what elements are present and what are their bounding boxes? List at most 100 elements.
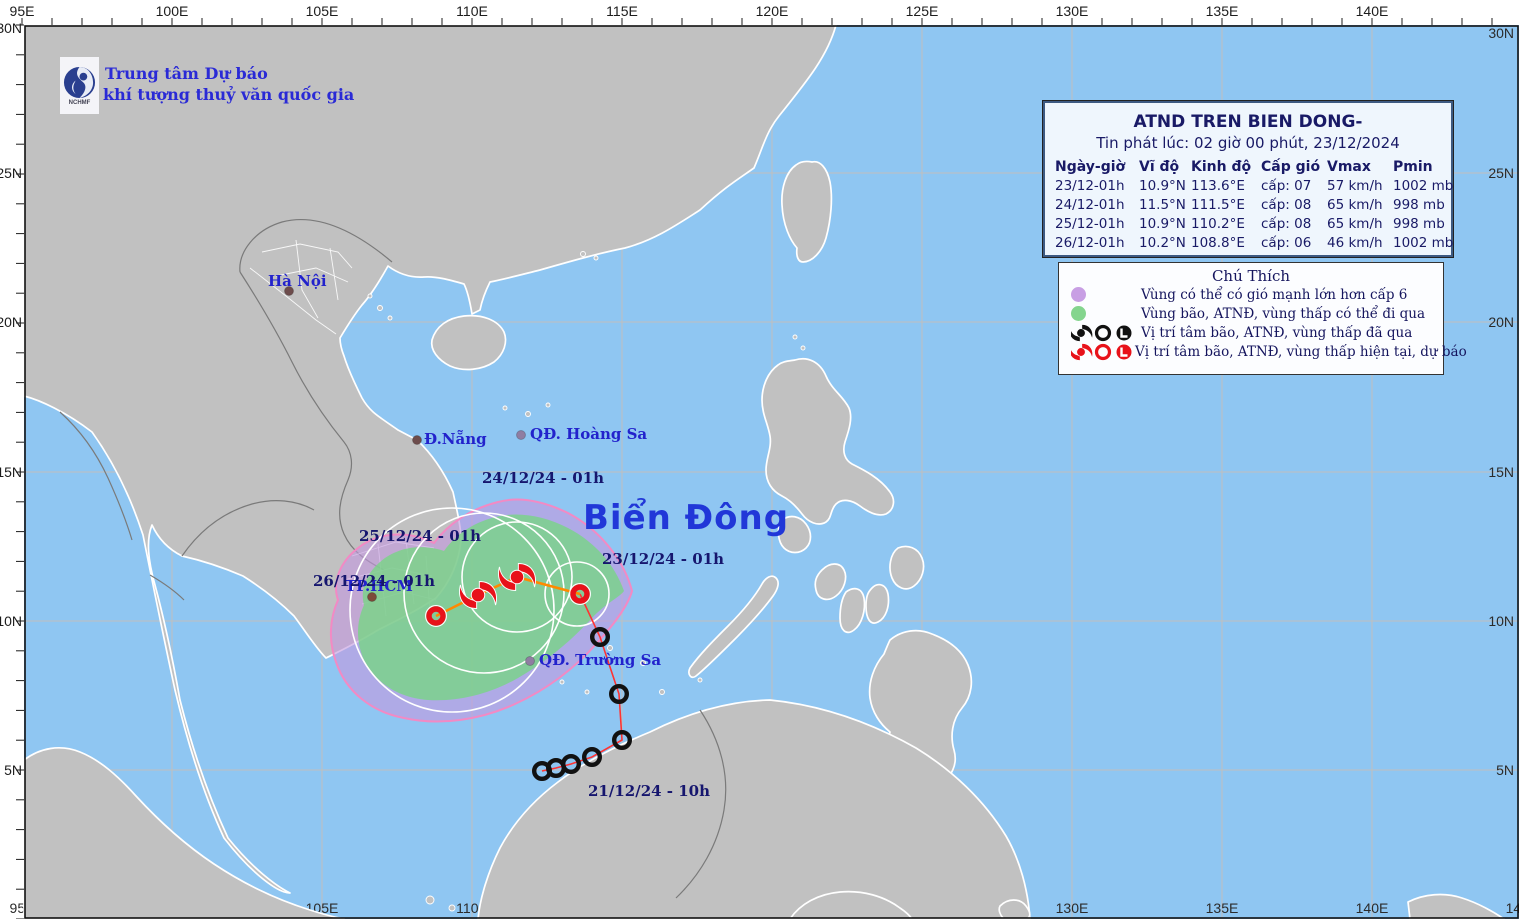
axis-label-top: 105E	[305, 3, 339, 19]
legend-item-label: Vị trí tâm bão, ATNĐ, vùng thấp hiện tại…	[1135, 343, 1467, 360]
area-purple-icon	[1059, 287, 1141, 302]
legend-item-label: Vùng bão, ATNĐ, vùng thấp có thể đi qua	[1141, 305, 1426, 322]
axis-label-top: 110E	[456, 3, 488, 19]
axis-label-bottom: 140E	[1356, 900, 1389, 916]
table-cell: 1002 mb	[1393, 235, 1454, 251]
table-cell: 57 km/h	[1327, 178, 1383, 194]
table-cell: 23/12-01h	[1055, 178, 1125, 194]
nchmf-emblem-icon	[63, 66, 96, 98]
axis-label-left: 30N	[0, 20, 22, 36]
green-area-icon	[1071, 306, 1086, 321]
table-cell: 10.9°N	[1139, 216, 1186, 232]
axis-label-top: 120E	[755, 3, 789, 19]
track-date-label: 25/12/24 - 01h	[359, 527, 482, 545]
table-cell: 110.2°E	[1191, 216, 1245, 232]
symbols-past-icon	[1059, 323, 1141, 343]
table-cell: 1002 mb	[1393, 178, 1454, 194]
forecast-table-row: 23/12-01h 10.9°N 113.6°E cấp: 07 57 km/h 1002…	[1055, 177, 1453, 196]
purple-area-icon	[1071, 287, 1086, 302]
info-issued-time: Tin phát lúc: 02 giờ 00 phút, 23/12/2024	[1096, 134, 1400, 152]
table-cell: 998 mb	[1393, 197, 1445, 213]
column-header: Pmin	[1393, 159, 1433, 175]
column-header: Vĩ độ	[1139, 159, 1180, 175]
info-title: ATND TREN BIEN DONG-	[1133, 112, 1363, 132]
city-label-q-tr-ng-sa: QĐ. Trường Sa	[539, 651, 662, 669]
forecast-table-row: 24/12-01h 11.5°N 111.5°E cấp: 08 65 km/h 998 …	[1055, 196, 1445, 215]
axis-label-right: 25N	[1488, 165, 1514, 181]
org-name-line2: khí tượng thuỷ văn quốc gia	[103, 85, 355, 104]
axis-label-bottom: 145E	[1506, 900, 1519, 916]
column-header: Cấp gió	[1261, 159, 1321, 175]
legend-title: Chú Thích	[1211, 267, 1291, 285]
table-cell: cấp: 07	[1261, 178, 1312, 194]
axis-label-top: 115E	[606, 3, 638, 19]
track-date-label: 21/12/24 - 10h	[588, 782, 711, 800]
weather-map-screenshot: 95E 100E 105E 110E 115E 120E 125E 130E 135E 140E 1…	[0, 0, 1519, 919]
table-cell: cấp: 06	[1261, 235, 1312, 251]
axis-label-top: 100E	[155, 3, 189, 19]
table-cell: 24/12-01h	[1055, 197, 1125, 213]
symbols-forecast-icon	[1071, 342, 1133, 361]
table-cell: 10.9°N	[1139, 178, 1186, 194]
forecast-table-header: Ngày-giờ Vĩ độ Kinh độ Cấp gió Vmax Pmin	[1055, 158, 1443, 177]
axis-label-left: 15N	[0, 464, 22, 480]
legend-item-label: Vị trí tâm bão, ATNĐ, vùng thấp đã qua	[1141, 324, 1413, 341]
city-label--n-ng: Đ.Nẵng	[424, 430, 487, 448]
legend-item-label: Vùng có thể có gió mạnh lớn hơn cấp 6	[1141, 286, 1408, 303]
logo-caption: NCHMF	[68, 99, 91, 106]
symbols-past-icon	[1071, 323, 1133, 342]
axis-label-right: 15N	[1488, 464, 1514, 480]
table-cell: 998 mb	[1393, 216, 1445, 232]
table-cell: 65 km/h	[1327, 197, 1383, 213]
axis-label-bottom: 130E	[1056, 900, 1089, 916]
table-cell: 25/12-01h	[1055, 216, 1125, 232]
legend-box: Chú Thích Vùng có thể có gió mạnh lớn hơ…	[1058, 262, 1467, 375]
area-green-icon	[1059, 306, 1141, 321]
axis-label-left: 25N	[0, 165, 22, 181]
axis-label-top: 95E	[9, 3, 35, 19]
table-cell: 46 km/h	[1327, 235, 1383, 251]
legend-item: Vị trí tâm bão, ATNĐ, vùng thấp đã qua	[1059, 323, 1443, 342]
city-label-q-ho-ng-sa: QĐ. Hoàng Sa	[530, 425, 648, 443]
forecast-table: Ngày-giờ Vĩ độ Kinh độ Cấp gió Vmax Pmin 23/12…	[1055, 158, 1453, 253]
axis-label-top: 130E	[1055, 3, 1089, 19]
axis-label-left: 5N	[4, 762, 22, 778]
storm-info-box: ATND TREN BIEN DONG- Tin phát lúc: 02 gi…	[1042, 100, 1454, 258]
forecast-table-row: 26/12-01h 10.2°N 108.8°E cấp: 06 46 km/h 1002…	[1055, 234, 1453, 253]
axis-label-bottom: 135E	[1206, 900, 1239, 916]
sea-name-label: Biển Đông	[583, 498, 790, 538]
column-header: Kinh độ	[1191, 159, 1252, 175]
table-cell: 65 km/h	[1327, 216, 1383, 232]
axis-label-right: 10N	[1488, 613, 1514, 629]
legend-item: Vùng bão, ATNĐ, vùng thấp có thể đi qua	[1059, 304, 1443, 323]
axis-label-top: 135E	[1205, 3, 1239, 19]
column-header: Vmax	[1327, 159, 1371, 175]
axis-label-right: 20N	[1488, 314, 1514, 330]
org-name-line1: Trung tâm Dự báo	[105, 64, 268, 83]
samar-island	[889, 545, 925, 590]
axis-label-top: 125E	[905, 3, 939, 19]
table-cell: cấp: 08	[1261, 216, 1312, 232]
track-date-label: 24/12/24 - 01h	[482, 469, 605, 487]
nchmf-logo: NCHMF	[60, 57, 99, 114]
axis-label-right: 5N	[1496, 762, 1514, 778]
table-cell: 26/12-01h	[1055, 235, 1125, 251]
track-date-label: 23/12/24 - 01h	[602, 550, 725, 568]
axis-label-top: 140E	[1355, 3, 1389, 19]
column-header: Ngày-giờ	[1055, 159, 1126, 175]
table-cell: 113.6°E	[1191, 178, 1245, 194]
hainan-island	[430, 314, 507, 371]
table-cell: 108.8°E	[1191, 235, 1245, 251]
city-label-h-n-i: Hà Nội	[268, 272, 327, 290]
legend-item: Vùng có thể có gió mạnh lớn hơn cấp 6	[1059, 285, 1443, 304]
axis-label-left: 10N	[0, 613, 22, 629]
table-cell: 111.5°E	[1191, 197, 1245, 213]
axis-label-left: 20N	[0, 314, 22, 330]
table-cell: cấp: 08	[1261, 197, 1312, 213]
symbols-forecast-icon	[1059, 342, 1135, 362]
legend-rows: Vùng có thể có gió mạnh lớn hơn cấp 6 Vùn…	[1059, 285, 1467, 362]
table-cell: 10.2°N	[1139, 235, 1186, 251]
track-date-label: 26/12/24 - 01h	[313, 572, 436, 590]
axis-label-right: 30N	[1488, 25, 1514, 41]
forecast-table-row: 25/12-01h 10.9°N 110.2°E cấp: 08 65 km/h 998 …	[1055, 215, 1445, 234]
